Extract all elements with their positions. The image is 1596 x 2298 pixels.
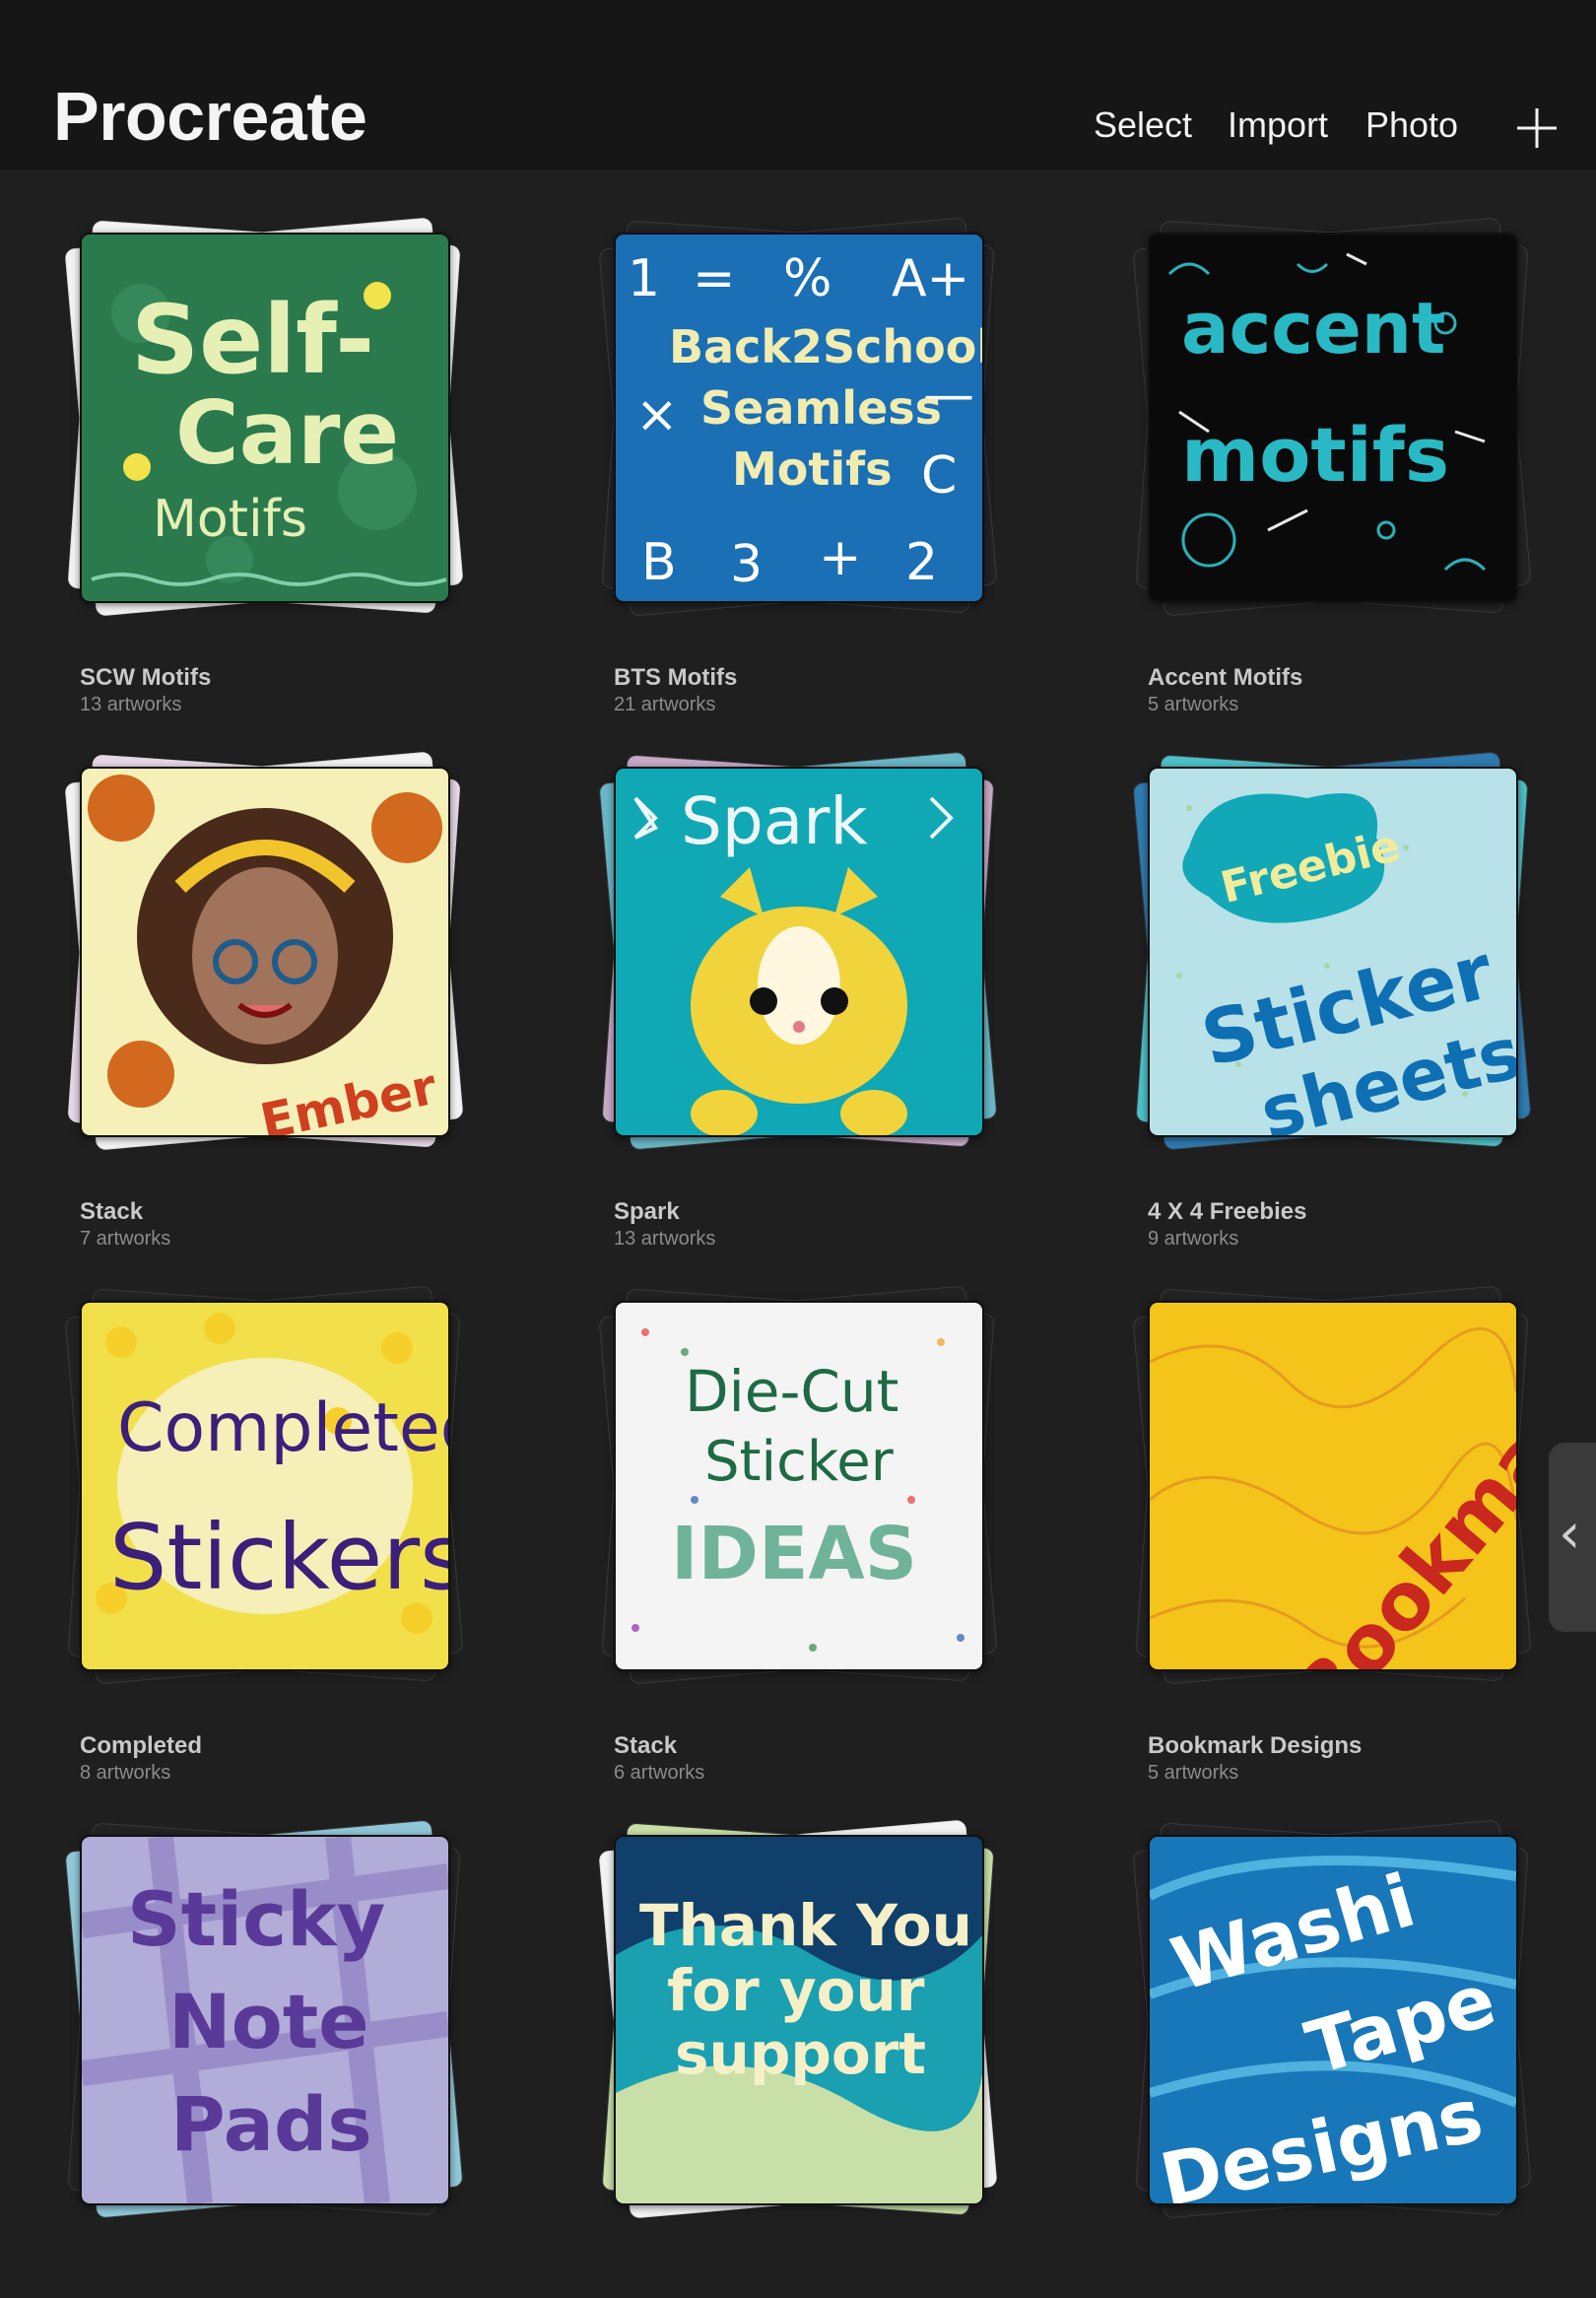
stack-count: 5 artworks (1148, 694, 1239, 715)
select-button[interactable]: Select (1094, 104, 1192, 146)
stack-name: Stack (614, 1732, 678, 1759)
stack-count: 7 artworks (80, 1228, 171, 1250)
stack-name: Accent Motifs (1148, 664, 1303, 691)
cover-text: Die-Cut (685, 1358, 898, 1425)
cover-text: 2 (905, 533, 938, 592)
cover-text: Stickers (109, 1505, 448, 1610)
cover-text: 3 (730, 535, 763, 594)
stack-count: 8 artworks (80, 1762, 171, 1784)
gallery-grid: Self- Care Motifs SCW Motifs 13 artworks… (0, 169, 1596, 2219)
stack-cover[interactable]: Die-Cut Sticker IDEAS (614, 1301, 984, 1671)
cover-text: × (635, 385, 679, 444)
stack-tile[interactable]: Ember Stack 7 artworks (40, 727, 494, 1250)
cover-text: Spark (681, 783, 868, 859)
cover-text: + (819, 528, 862, 587)
stack-tile[interactable]: Washi Tape Designs (1108, 1795, 1562, 2298)
stack-tile[interactable]: Die-Cut Sticker IDEAS Stack 6 artworks (574, 1261, 1028, 1784)
sidebar-handle[interactable]: ‹ (1549, 1443, 1596, 1632)
top-bar: Procreate Select Import Photo (0, 0, 1596, 169)
photo-button[interactable]: Photo (1365, 104, 1458, 146)
stack-count: 5 artworks (1148, 1762, 1239, 1784)
stack-name: BTS Motifs (614, 664, 738, 691)
cover-text: Sticker (704, 1430, 895, 1494)
cover-text: Note (168, 1978, 369, 2065)
cover-text: for your (667, 1957, 925, 2024)
cover-text: Sticky (127, 1875, 385, 1963)
stack-cover[interactable]: Freebie Sticker sheets (1148, 767, 1518, 1137)
stack-cover[interactable]: Sticky Note Pads (80, 1835, 450, 2205)
cover-text: B (641, 533, 677, 592)
stack-count: 13 artworks (80, 694, 182, 715)
stack-cover[interactable]: Washi Tape Designs (1148, 1835, 1518, 2205)
stack-tile[interactable]: Completed Stickers Completed 8 artworks (40, 1261, 494, 1784)
stack-tile[interactable]: Bookmarks Bookmark Designs 5 artworks (1108, 1261, 1562, 1784)
stack-name: 4 X 4 Freebies (1148, 1198, 1307, 1225)
cover-text: IDEAS (671, 1512, 917, 1596)
cover-text: accent (1181, 287, 1445, 370)
stack-name: Completed (80, 1732, 203, 1759)
cover-text: C (921, 446, 957, 506)
stack-cover[interactable]: accent motifs (1148, 233, 1518, 603)
stack-tile[interactable]: Spark Spark 13 artworks (574, 727, 1028, 1250)
stack-cover[interactable]: Completed Stickers (80, 1301, 450, 1671)
app-title: Procreate (53, 78, 367, 155)
stack-cover[interactable]: Bookmarks (1148, 1301, 1518, 1671)
stack-cover[interactable]: Spark (614, 767, 984, 1137)
cover-text: Motifs (153, 490, 307, 549)
stack-tile[interactable]: Freebie Sticker sheets 4 X 4 Freebies 9 … (1108, 727, 1562, 1250)
stack-name: Stack (80, 1198, 144, 1225)
cover-text: Completed (117, 1389, 448, 1467)
cover-text: Self- (131, 285, 374, 395)
cover-text: Back2School (669, 320, 982, 373)
cover-text: support (675, 2020, 926, 2087)
import-button[interactable]: Import (1228, 104, 1328, 146)
stack-count: 13 artworks (614, 1228, 716, 1250)
cover-text: 1 (628, 249, 660, 308)
cover-text: motifs (1181, 411, 1449, 499)
stack-tile[interactable]: Self- Care Motifs SCW Motifs 13 artworks (40, 193, 494, 715)
chevron-left-icon: ‹ (1559, 1502, 1581, 1566)
plus-icon[interactable] (1515, 106, 1559, 150)
stack-tile[interactable]: Sticky Note Pads (40, 1795, 494, 2298)
stack-tile[interactable]: accent motifs Accent Motifs 5 artworks (1108, 193, 1562, 715)
stack-name: Bookmark Designs (1148, 1732, 1363, 1759)
stack-cover[interactable]: Self- Care Motifs (80, 233, 450, 603)
stack-cover[interactable]: Thank You for your support (614, 1835, 984, 2205)
stack-count: 6 artworks (614, 1762, 705, 1784)
cover-text: Care (175, 382, 399, 484)
cover-text: = (693, 249, 736, 308)
stack-count: 21 artworks (614, 694, 716, 715)
stack-cover[interactable]: 1 = % A+ × — C B 3 + 2 Back2School Seaml… (614, 233, 984, 603)
stack-name: SCW Motifs (80, 664, 212, 691)
cover-text: A+ (892, 249, 969, 308)
stack-tile[interactable]: Thank You for your support (574, 1795, 1028, 2298)
cover-text: Thank You (639, 1892, 972, 1959)
cover-text: Pads (170, 2080, 372, 2168)
cover-text: Seamless (700, 381, 942, 435)
cover-text: % (783, 249, 831, 308)
stack-name: Spark (614, 1198, 680, 1225)
stack-tile[interactable]: 1 = % A+ × — C B 3 + 2 Back2School Seaml… (574, 193, 1028, 715)
stack-cover[interactable]: Ember (80, 767, 450, 1137)
cover-text: Motifs (732, 442, 893, 496)
stack-count: 9 artworks (1148, 1228, 1239, 1250)
